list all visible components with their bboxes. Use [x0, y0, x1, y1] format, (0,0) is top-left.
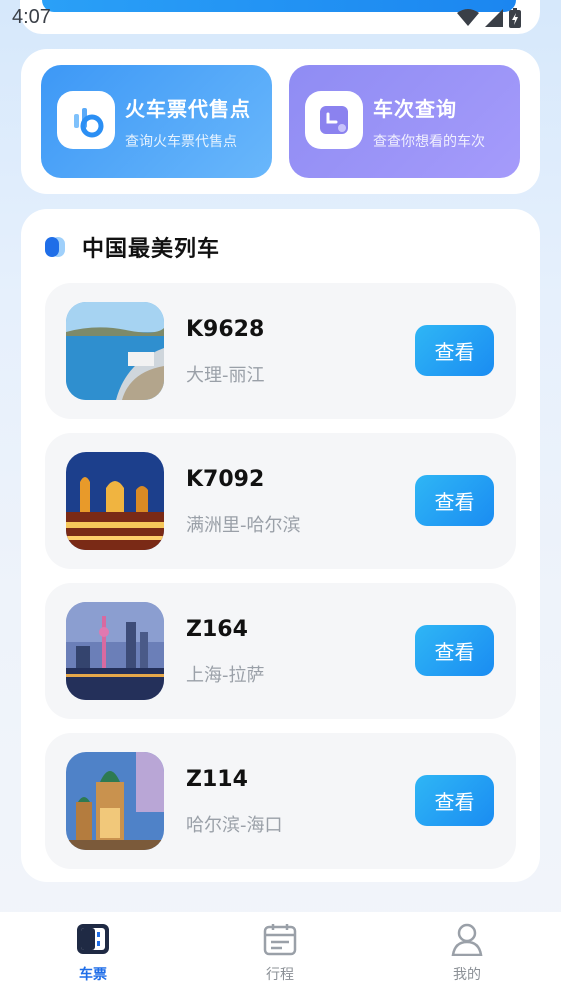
- battery-icon: [509, 8, 521, 28]
- train-code: K7092: [186, 467, 265, 492]
- train-list-item[interactable]: Z114 哈尔滨-海口 查看: [45, 733, 516, 869]
- train-route: 上海-拉萨: [186, 665, 265, 686]
- train-thumbnail: [66, 602, 164, 700]
- train-code: K9628: [186, 317, 265, 342]
- status-time: 4:07: [12, 6, 51, 28]
- tab-mine[interactable]: 我的: [427, 922, 507, 984]
- train-route: 哈尔滨-海口: [186, 815, 283, 836]
- tile-title: 火车票代售点: [125, 97, 251, 121]
- tab-itinerary[interactable]: 行程: [240, 922, 320, 984]
- clock-icon: [305, 91, 363, 149]
- train-code: Z164: [186, 617, 248, 642]
- tile-title: 车次查询: [373, 97, 457, 121]
- train-list-item[interactable]: Z164 上海-拉萨 查看: [45, 583, 516, 719]
- train-search-tile[interactable]: 车次查询 查查你想看的车次: [289, 65, 520, 178]
- train-list-item[interactable]: K7092 满洲里-哈尔滨 查看: [45, 433, 516, 569]
- shortcut-card: 火车票代售点 查询火车票代售点 车次查询 查查你想看的车次: [21, 49, 540, 194]
- ticket-agency-tile[interactable]: 火车票代售点 查询火车票代售点: [41, 65, 272, 178]
- pie-chart-icon: [57, 91, 115, 149]
- view-button[interactable]: 查看: [415, 625, 494, 676]
- section-title: 中国最美列车: [82, 237, 221, 262]
- tile-subtitle: 查查你想看的车次: [373, 134, 485, 150]
- train-route: 大理-丽江: [186, 365, 265, 386]
- tab-label: 车票: [79, 967, 107, 983]
- train-thumbnail: [66, 452, 164, 550]
- status-bar: 4:07: [0, 0, 561, 36]
- train-code: Z114: [186, 767, 248, 792]
- signal-icon: [485, 9, 503, 27]
- tab-label: 我的: [453, 967, 481, 983]
- user-icon: [451, 923, 483, 957]
- view-button[interactable]: 查看: [415, 325, 494, 376]
- view-button[interactable]: 查看: [415, 775, 494, 826]
- ticket-icon: [77, 924, 109, 954]
- train-list-card: 中国最美列车 K9628 大理-丽江 查看 K7092 满洲里-哈尔滨 查看 Z…: [21, 209, 540, 882]
- train-route: 满洲里-哈尔滨: [186, 515, 301, 536]
- tab-tickets[interactable]: 车票: [53, 922, 133, 984]
- train-list-item[interactable]: K9628 大理-丽江 查看: [45, 283, 516, 419]
- train-thumbnail: [66, 302, 164, 400]
- status-icons: [457, 8, 521, 28]
- bottom-tab-bar: 车票 行程 我的: [0, 912, 561, 999]
- calendar-icon: [263, 924, 297, 956]
- train-thumbnail: [66, 752, 164, 850]
- tile-subtitle: 查询火车票代售点: [125, 134, 237, 150]
- section-marker-icon: [45, 237, 65, 257]
- wifi-icon: [457, 9, 479, 26]
- tab-label: 行程: [266, 967, 294, 983]
- view-button[interactable]: 查看: [415, 475, 494, 526]
